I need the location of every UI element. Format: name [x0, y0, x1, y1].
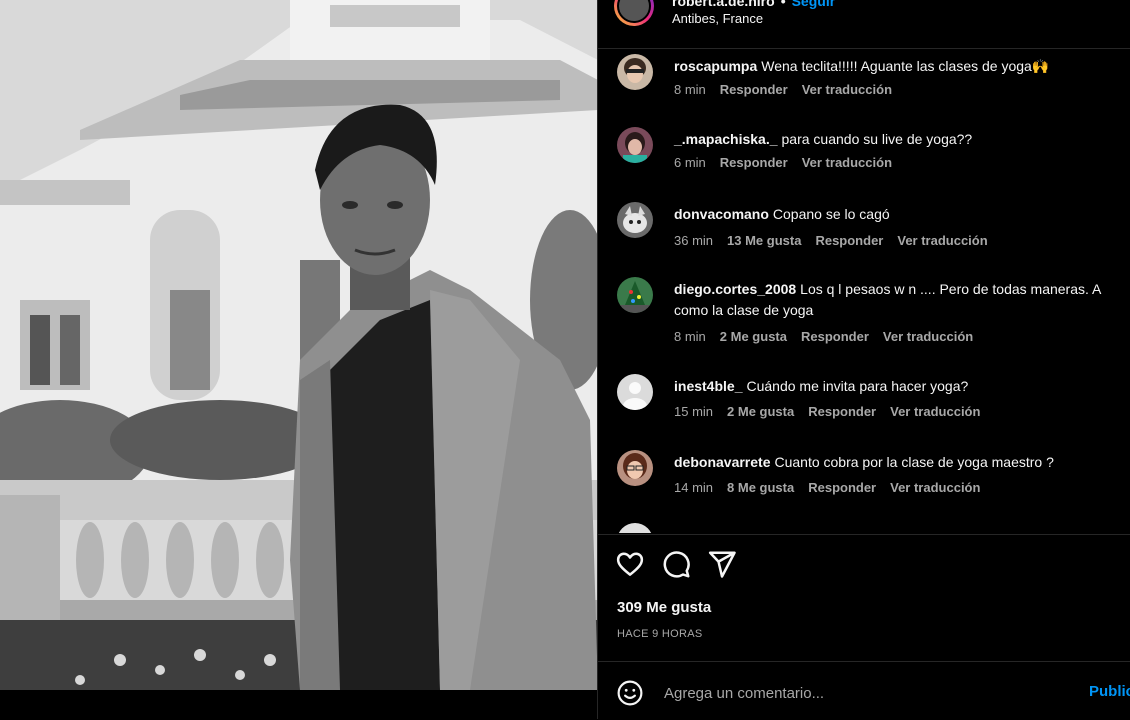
header-separator: • — [780, 0, 786, 9]
post-time[interactable]: HACE 9 HORAS — [617, 628, 703, 640]
commenter-avatar[interactable] — [617, 202, 653, 238]
post-photo[interactable] — [0, 0, 598, 690]
comment-body: Cuándo me invita para hacer yoga? — [746, 378, 969, 394]
comment-meta: 36 min 13 Me gusta Responder Ver traducción — [674, 233, 1002, 248]
comment-text: donvacomano Copano se lo cagó — [674, 204, 1124, 225]
comment-input[interactable] — [662, 679, 1066, 707]
follow-button[interactable]: Seguir — [792, 0, 836, 9]
commenter-username[interactable]: diego.cortes_2008 — [674, 281, 796, 297]
comment-time[interactable]: 14 min — [674, 480, 713, 495]
reply-button[interactable]: Responder — [801, 329, 869, 344]
comment-body: Cuanto cobra por la clase de yoga maestr… — [774, 454, 1054, 470]
comment-likes[interactable]: 2 Me gusta — [727, 404, 794, 419]
author-username[interactable]: robert.a.de.niro — [672, 0, 775, 9]
comment-time[interactable]: 36 min — [674, 233, 713, 248]
comment-meta: 8 min Responder Ver traducción — [674, 82, 906, 97]
commenter-username[interactable]: donvacomano — [674, 206, 769, 222]
commenter-username[interactable]: debonavarrete — [674, 454, 770, 470]
comments-list[interactable]: roscapumpa Wena teclita!!!!! Aguante las … — [598, 49, 1130, 533]
publish-button[interactable]: Publicar — [1089, 683, 1130, 700]
comment-meta: 6 min Responder Ver traducción — [674, 155, 906, 170]
comment-meta: 15 min 2 Me gusta Responder Ver traducción — [674, 404, 994, 419]
photo-illustration — [0, 0, 598, 690]
commenter-avatar[interactable] — [617, 54, 653, 90]
author-username-line: robert.a.de.niro • Seguir — [672, 0, 835, 9]
commenter-avatar[interactable] — [617, 277, 653, 313]
comment-likes[interactable]: 8 Me gusta — [727, 480, 794, 495]
reply-button[interactable]: Responder — [808, 404, 876, 419]
comment-time[interactable]: 15 min — [674, 404, 713, 419]
translate-button[interactable]: Ver traducción — [897, 233, 987, 248]
post-location[interactable]: Antibes, France — [672, 11, 763, 26]
heart-icon[interactable] — [615, 549, 645, 579]
translate-button[interactable]: Ver traducción — [890, 480, 980, 495]
comment-bubble-icon[interactable] — [661, 549, 691, 579]
reply-button[interactable]: Responder — [815, 233, 883, 248]
commenter-username[interactable]: roscapumpa — [674, 58, 757, 74]
post-side-panel: robert.a.de.niro • Seguir Antibes, France … — [598, 0, 1130, 719]
commenter-username[interactable]: _.mapachiska._ — [674, 131, 778, 147]
comment-text: debonavarrete Cuanto cobra por la clase d… — [674, 452, 1124, 473]
comment-text: _.mapachiska._ para cuando su live de yog… — [674, 129, 1124, 150]
photo-bottom-bar — [0, 690, 598, 719]
reply-button[interactable]: Responder — [808, 480, 876, 495]
commenter-username[interactable]: inest4ble_ — [674, 378, 742, 394]
comment-time[interactable]: 6 min — [674, 155, 706, 170]
comment-text: roscapumpa Wena teclita!!!!! Aguante las … — [674, 56, 1124, 77]
comment-text: inest4ble_ Cuándo me invita para hacer yo… — [674, 376, 1124, 397]
comment-body: Wena teclita!!!!! Aguante las clases de … — [761, 58, 1050, 74]
comment-body: para cuando su live de yoga?? — [781, 131, 973, 147]
comment-meta: 14 min 8 Me gusta Responder Ver traducción — [674, 480, 994, 495]
reply-button[interactable]: Responder — [720, 82, 788, 97]
comment-meta: 8 min 2 Me gusta Responder Ver traducción — [674, 329, 987, 344]
comment-text: diego.cortes_2008 Los q l pesaos w n ....… — [674, 279, 1124, 321]
translate-button[interactable]: Ver traducción — [890, 404, 980, 419]
commenter-avatar[interactable] — [617, 374, 653, 410]
author-avatar-image — [617, 0, 651, 23]
commenter-avatar[interactable] — [617, 127, 653, 163]
paper-plane-icon[interactable] — [707, 549, 737, 579]
commenter-avatar-partial[interactable] — [617, 523, 653, 533]
comment-time[interactable]: 8 min — [674, 82, 706, 97]
translate-button[interactable]: Ver traducción — [802, 82, 892, 97]
translate-button[interactable]: Ver traducción — [883, 329, 973, 344]
post-actions: 309 Me gusta HACE 9 HORAS — [598, 534, 1130, 661]
comment-likes[interactable]: 13 Me gusta — [727, 233, 801, 248]
add-comment-bar: Publicar — [598, 661, 1130, 720]
post-header: robert.a.de.niro • Seguir Antibes, France — [598, 0, 1130, 49]
author-avatar[interactable] — [614, 0, 654, 26]
reply-button[interactable]: Responder — [720, 155, 788, 170]
comment-likes[interactable]: 2 Me gusta — [720, 329, 787, 344]
comment-time[interactable]: 8 min — [674, 329, 706, 344]
comment-body: Copano se lo cagó — [772, 206, 890, 222]
commenter-avatar[interactable] — [617, 450, 653, 486]
likes-count[interactable]: 309 Me gusta — [617, 599, 711, 616]
emoji-smile-icon[interactable] — [617, 680, 643, 706]
translate-button[interactable]: Ver traducción — [802, 155, 892, 170]
